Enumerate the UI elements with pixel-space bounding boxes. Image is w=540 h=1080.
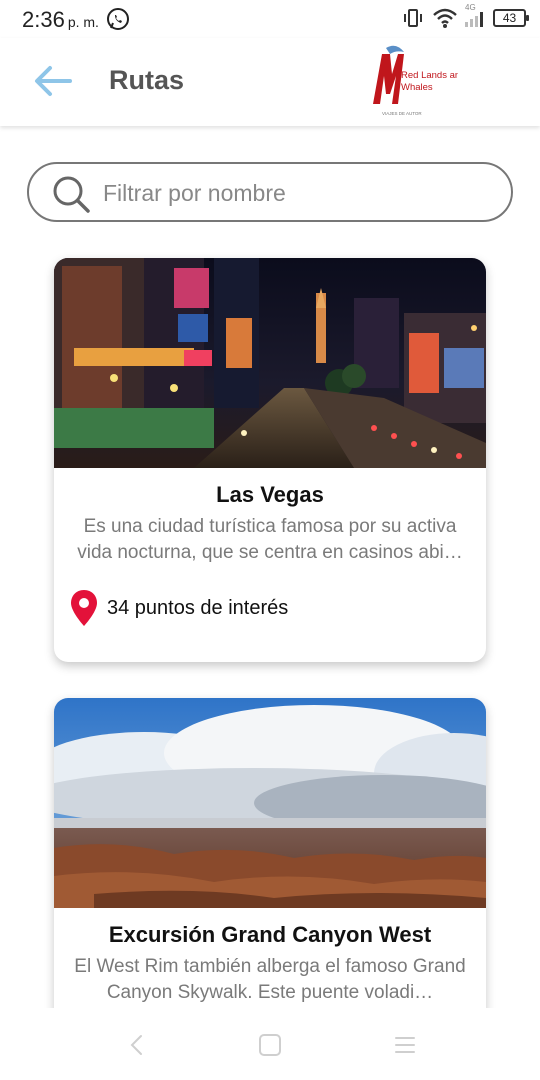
logo-line1: Red Lands and xyxy=(401,70,458,81)
page-title: Rutas xyxy=(109,65,185,95)
search-box[interactable] xyxy=(27,162,513,222)
status-ampm: p. m. xyxy=(67,14,99,30)
status-time-value: 2:36 xyxy=(22,7,65,32)
status-bar: 2:36 p. m. 4G 43 xyxy=(0,0,540,38)
battery-icon: 43 xyxy=(493,9,529,27)
route-title: Excursión Grand Canyon West xyxy=(108,922,432,947)
app-header: Rutas Red Lands and Whales VIAJES DE AUT… xyxy=(0,38,540,126)
vibrate-icon xyxy=(404,9,422,27)
back-arrow-icon[interactable] xyxy=(32,62,74,100)
search-input[interactable] xyxy=(103,176,493,210)
poi-count-text: 34 puntos de interés xyxy=(107,596,289,619)
navigation-bar xyxy=(0,1008,540,1080)
nav-home-icon[interactable] xyxy=(257,1032,283,1058)
nav-menu-icon[interactable] xyxy=(392,1032,418,1058)
poi-count: 34 puntos de interés xyxy=(70,588,288,628)
logo-line2: Whales xyxy=(401,82,433,93)
route-description: Es una ciudad turística famosa por su ac… xyxy=(77,516,463,563)
search-icon xyxy=(53,176,90,213)
brand-logo: Red Lands and Whales VIAJES DE AUTOR xyxy=(373,45,458,116)
status-time: 2:36 p. m. xyxy=(22,7,99,33)
battery-level: 43 xyxy=(502,11,517,25)
route-card[interactable]: Las Vegas Es una ciudad turística famosa… xyxy=(54,258,486,662)
las-vegas-image xyxy=(54,258,486,468)
grand-canyon-image xyxy=(54,698,486,908)
nav-back-icon[interactable] xyxy=(124,1032,150,1058)
wifi-icon xyxy=(433,8,457,28)
location-pin-icon xyxy=(71,590,97,626)
route-title: Las Vegas xyxy=(216,482,324,507)
route-description: El West Rim también alberga el famoso Gr… xyxy=(74,956,466,1003)
logo-tagline: VIAJES DE AUTOR xyxy=(382,111,422,116)
signal-icon xyxy=(465,12,483,27)
whatsapp-icon xyxy=(107,8,129,30)
